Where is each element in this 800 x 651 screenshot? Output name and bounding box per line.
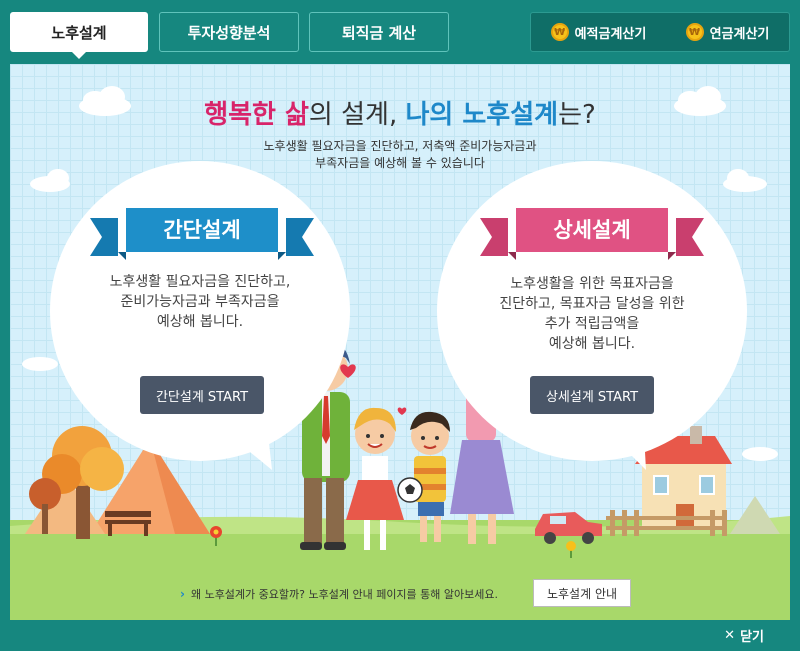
detail-plan-start-button[interactable]: 상세설계 START [530,376,654,414]
tab-label: 투자성향분석 [187,23,271,42]
simple-plan-description: 노후생활 필요자금을 진단하고, 준비가능자금과 부족자금을 예상해 봅니다. [70,272,330,332]
close-button[interactable]: ✕ 닫기 [724,626,764,645]
bubble-tail [228,434,272,470]
desc-line: 준비가능자금과 부족자금을 [120,294,280,310]
simple-plan-title: 간단설계 [163,218,241,242]
headline-part: 의 설계, [308,100,406,130]
page-subtitle: 노후생활 필요자금을 진단하고, 저축액 준비가능자금과 부족자금을 예상해 볼… [10,138,790,172]
close-icon: ✕ [724,628,736,643]
desc-line: 예상해 봅니다. [548,336,636,352]
desc-line: 예상해 봅니다. [156,314,244,330]
desc-line: 진단하고, 목표자금 달성을 위한 [499,296,685,312]
calculator-label: 예적금계산기 [574,26,647,42]
simple-plan-start-button[interactable]: 간단설계 START [140,376,264,414]
pension-calculator-link[interactable]: ₩ 연금계산기 [685,23,770,42]
guide-note-text: 왜 노후설계가 중요할까? 노후설계 안내 페이지를 통해 알아보세요. [190,588,499,601]
subtitle-line: 노후생활 필요자금을 진단하고, 저축액 준비가능자금과 [263,139,537,153]
detail-plan-title: 상세설계 [553,218,631,242]
close-label: 닫기 [740,630,764,645]
tab-label: 퇴직금 계산 [341,23,417,42]
calculator-label: 연금계산기 [709,26,770,42]
tab-retirement-plan[interactable]: 노후설계 [10,12,148,59]
detail-plan-description: 노후생활을 위한 목표자금을 진단하고, 목표자금 달성을 위한 추가 적립금액… [460,274,724,354]
main-panel: 행복한 삶의 설계, 나의 노후설계는? 노후생활 필요자금을 진단하고, 저축… [10,64,790,620]
bubble-tail [610,434,646,470]
desc-line: 노후생활 필요자금을 진단하고, [109,274,291,290]
headline-part: 행복한 삶 [204,100,309,130]
retirement-guide-button[interactable]: 노후설계 안내 [533,579,631,607]
chevron-right-icon: › [180,587,185,601]
headline-part: 나의 노후설계 [405,100,559,130]
won-coin-icon: ₩ [685,23,704,41]
retirement-guide-note: › 왜 노후설계가 중요할까? 노후설계 안내 페이지를 통해 알아보세요. [180,586,498,602]
subtitle-line: 부족자금을 예상해 볼 수 있습니다 [315,156,485,170]
desc-line: 노후생활을 위한 목표자금을 [510,276,674,292]
tab-label: 노후설계 [51,23,107,42]
calculator-links: ₩ 예적금계산기 ₩ 연금계산기 [530,12,790,52]
page-headline: 행복한 삶의 설계, 나의 노후설계는? [10,94,790,131]
tab-severance-calc[interactable]: 퇴직금 계산 [309,12,449,52]
won-coin-icon: ₩ [550,23,569,41]
desc-line: 추가 적립금액을 [544,316,640,332]
top-bar: 노후설계 투자성향분석 퇴직금 계산 ₩ 예적금계산기 ₩ 연금계산기 [0,0,800,64]
grass [10,520,790,620]
headline-part: 는? [558,100,596,130]
savings-calculator-link[interactable]: ₩ 예적금계산기 [550,23,647,42]
tab-investment-profile[interactable]: 투자성향분석 [159,12,299,52]
